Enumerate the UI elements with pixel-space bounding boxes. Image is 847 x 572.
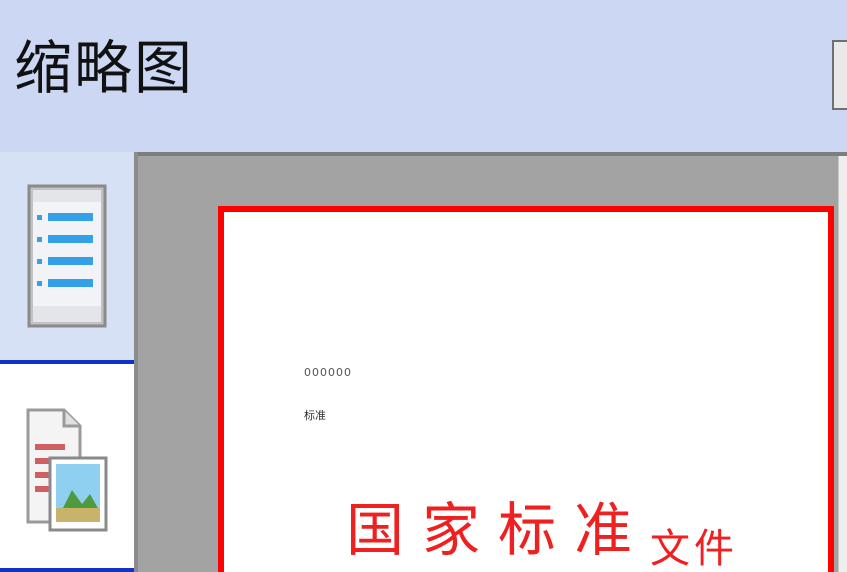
document-title-main: 国家标准 (346, 496, 651, 564)
document-title-tail: 文件 (650, 526, 739, 572)
document-code: 000000 (304, 366, 352, 379)
tab-thumbnail-view[interactable] (0, 364, 134, 572)
panel-menu-button[interactable] (832, 40, 847, 110)
tab-outline-view[interactable] (0, 152, 134, 364)
preview-top-border (134, 152, 847, 156)
document-title: 国家标准文件 (346, 492, 738, 572)
selected-page-thumbnail[interactable]: 000000 标准 国家标准文件 (218, 206, 834, 572)
document-subtitle: 标准 (304, 409, 326, 422)
preview-left-border (134, 152, 138, 572)
page-thumbnail-icon (26, 408, 108, 532)
view-tabs-sidebar (0, 152, 134, 572)
panel-title: 缩略图 (14, 34, 195, 102)
vertical-scrollbar[interactable] (838, 156, 847, 572)
thumbnail-panel-header: 缩略图 (0, 0, 847, 152)
outline-list-icon (27, 184, 107, 328)
